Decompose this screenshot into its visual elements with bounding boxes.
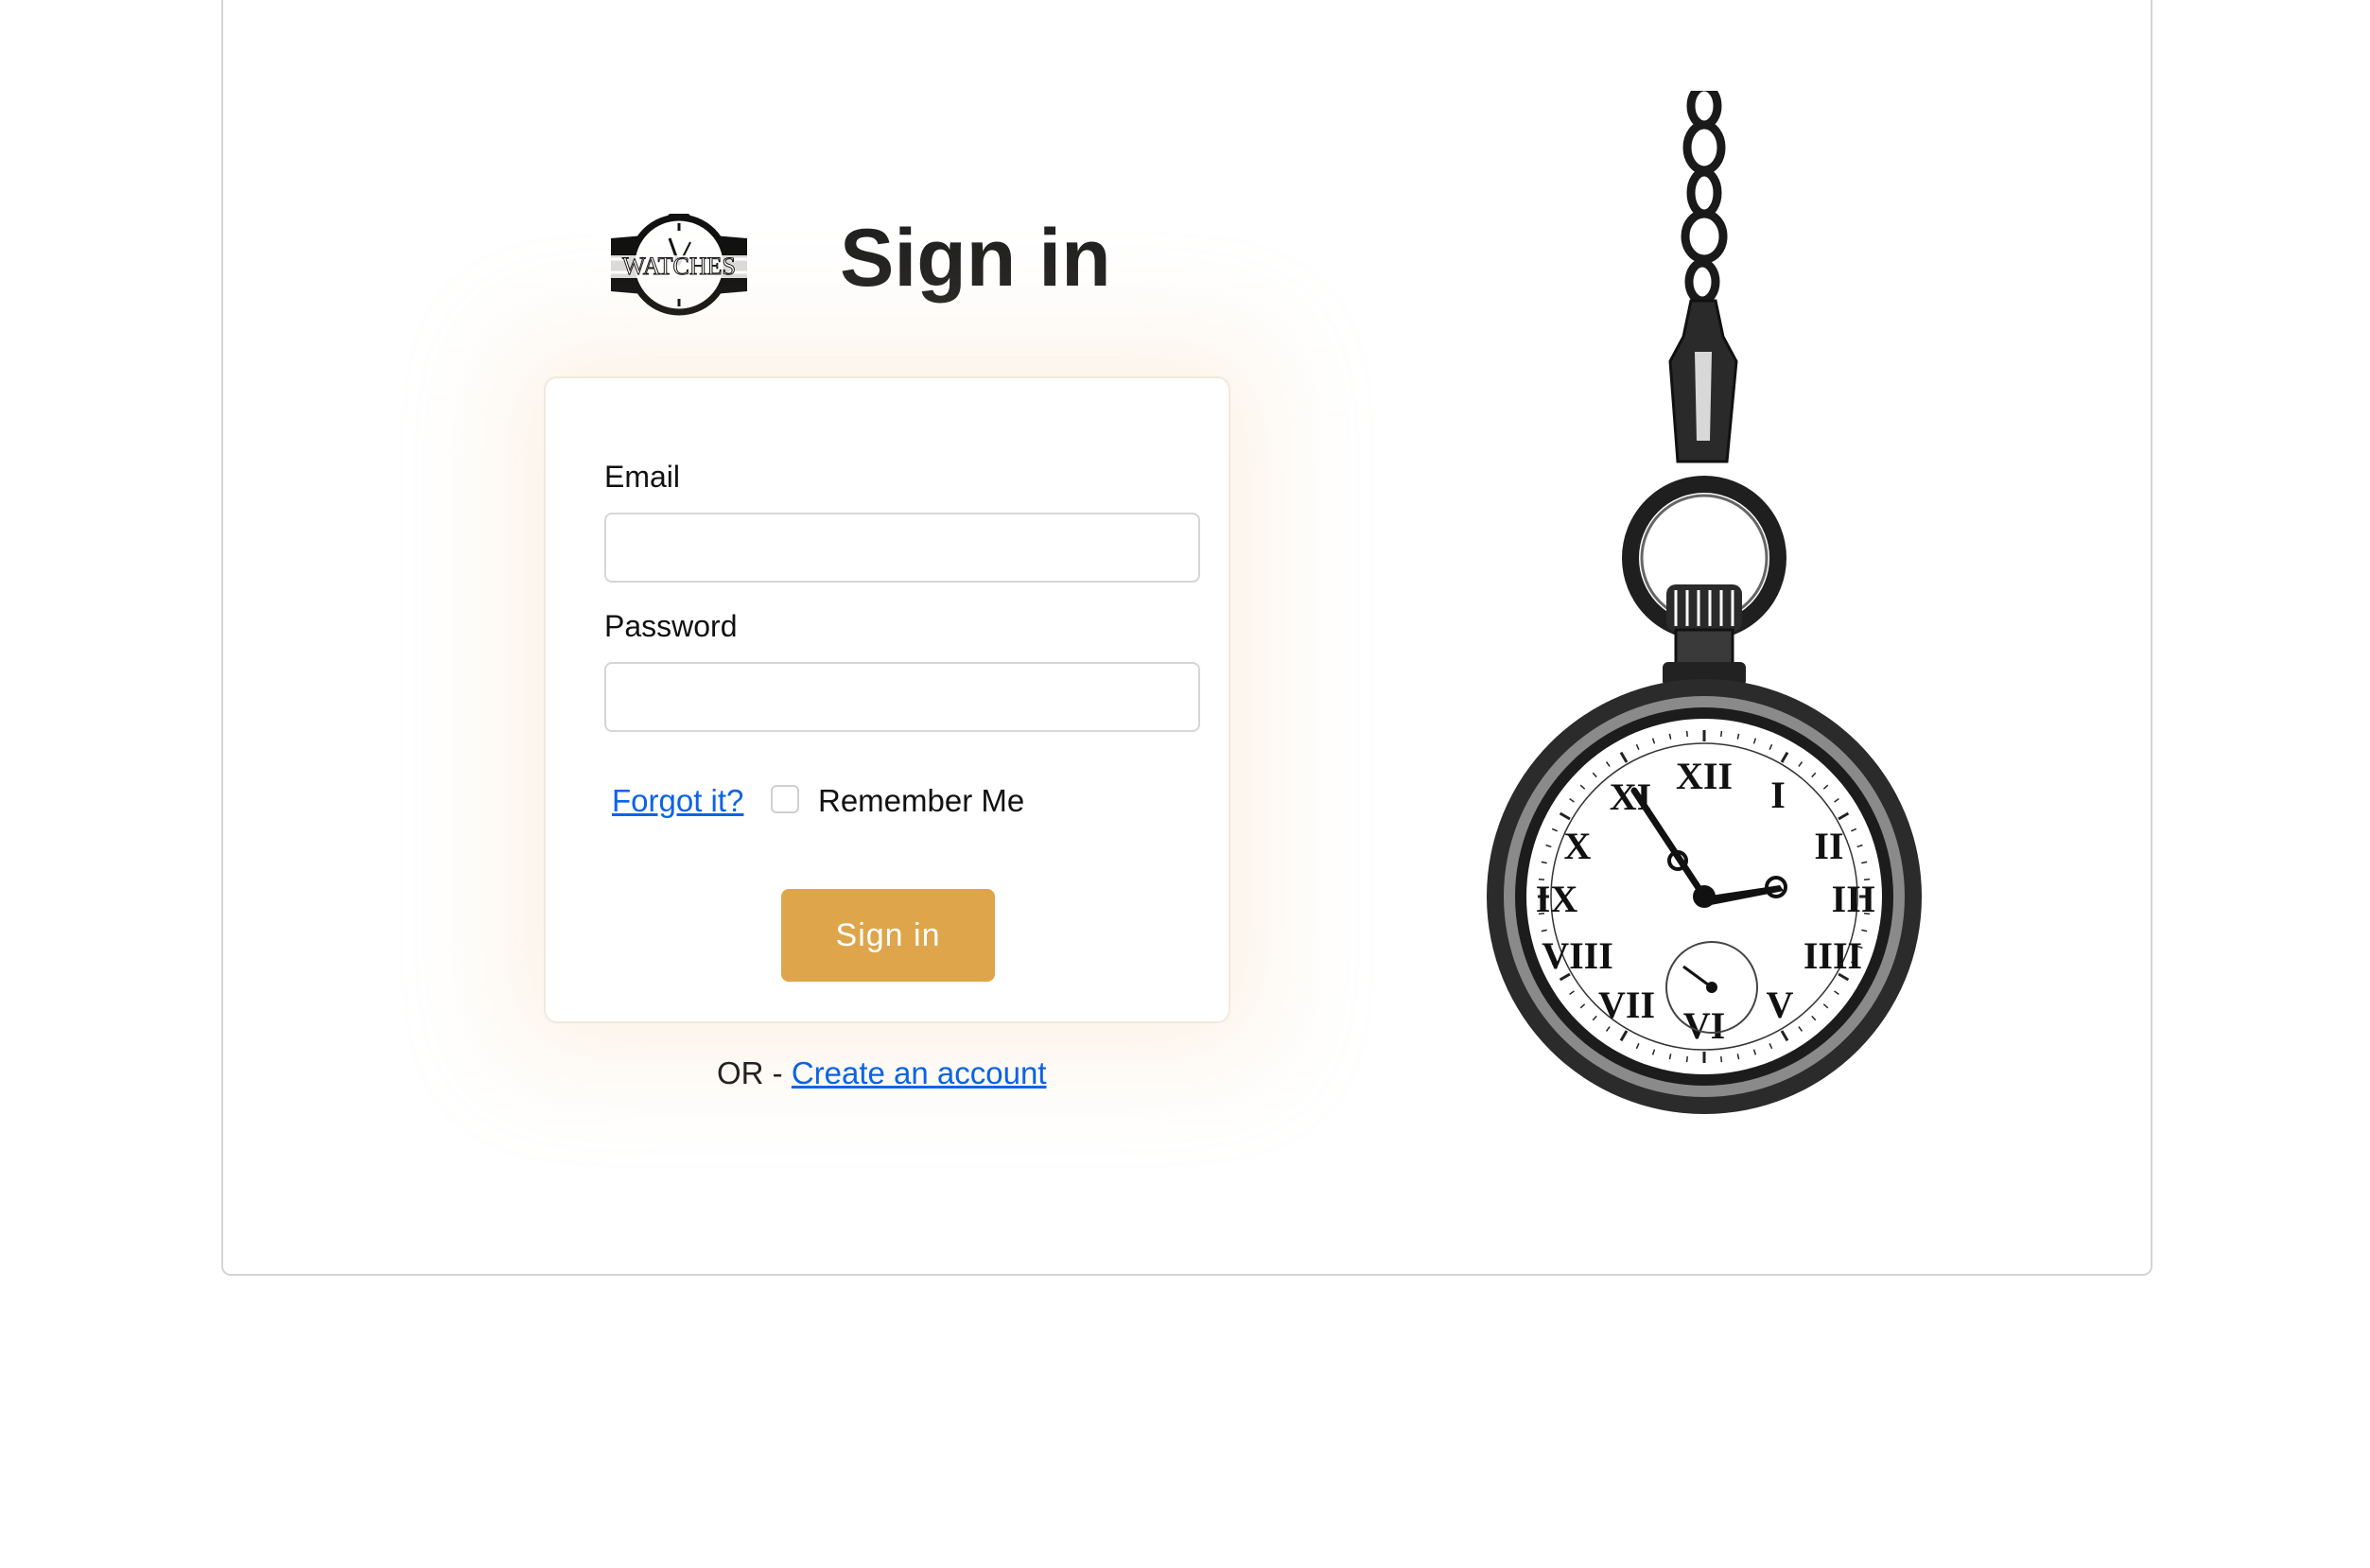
- svg-text:I: I: [1770, 774, 1786, 816]
- dial-tick: [1720, 1055, 1723, 1063]
- forgot-password-link[interactable]: Forgot it?: [612, 781, 743, 821]
- sign-in-button[interactable]: Sign in: [781, 889, 995, 982]
- svg-text:II: II: [1814, 825, 1843, 867]
- create-account-link[interactable]: Create an account: [792, 1055, 1047, 1090]
- svg-text:VI: VI: [1683, 1004, 1725, 1047]
- dial-tick: [1685, 1055, 1688, 1063]
- svg-text:III: III: [1832, 878, 1876, 920]
- svg-text:IX: IX: [1536, 878, 1578, 920]
- page-frame: WATCHES Sign in Email Password Forgot it…: [221, 0, 2152, 1276]
- svg-text:X: X: [1564, 825, 1592, 867]
- svg-text:VIII: VIII: [1542, 934, 1613, 977]
- email-label: Email: [604, 460, 681, 494]
- svg-text:IIII: IIII: [1804, 934, 1862, 977]
- remember-me-label: Remember Me: [818, 783, 1025, 818]
- signin-card: Email Password Forgot it? Remember Me Si…: [544, 376, 1230, 1023]
- logo-text: WATCHES: [622, 253, 736, 280]
- svg-text:XII: XII: [1676, 755, 1733, 797]
- pocket-watch-illustration: XII I II III IIII V VI VII VIII IX X XI: [1487, 91, 1922, 1114]
- watch-logo-icon: WATCHES: [609, 214, 749, 316]
- page-title: Sign in: [840, 213, 1111, 304]
- svg-text:VII: VII: [1598, 984, 1655, 1026]
- email-field[interactable]: [604, 513, 1200, 583]
- or-text: OR -: [717, 1055, 792, 1090]
- dial-tick: [1685, 730, 1688, 738]
- dial-tick: [1720, 730, 1723, 738]
- password-field[interactable]: [604, 662, 1200, 732]
- svg-text:V: V: [1767, 984, 1794, 1026]
- password-label: Password: [604, 609, 738, 643]
- create-account-row: OR - Create an account: [717, 1054, 1047, 1093]
- remember-me-checkbox[interactable]: [771, 785, 799, 813]
